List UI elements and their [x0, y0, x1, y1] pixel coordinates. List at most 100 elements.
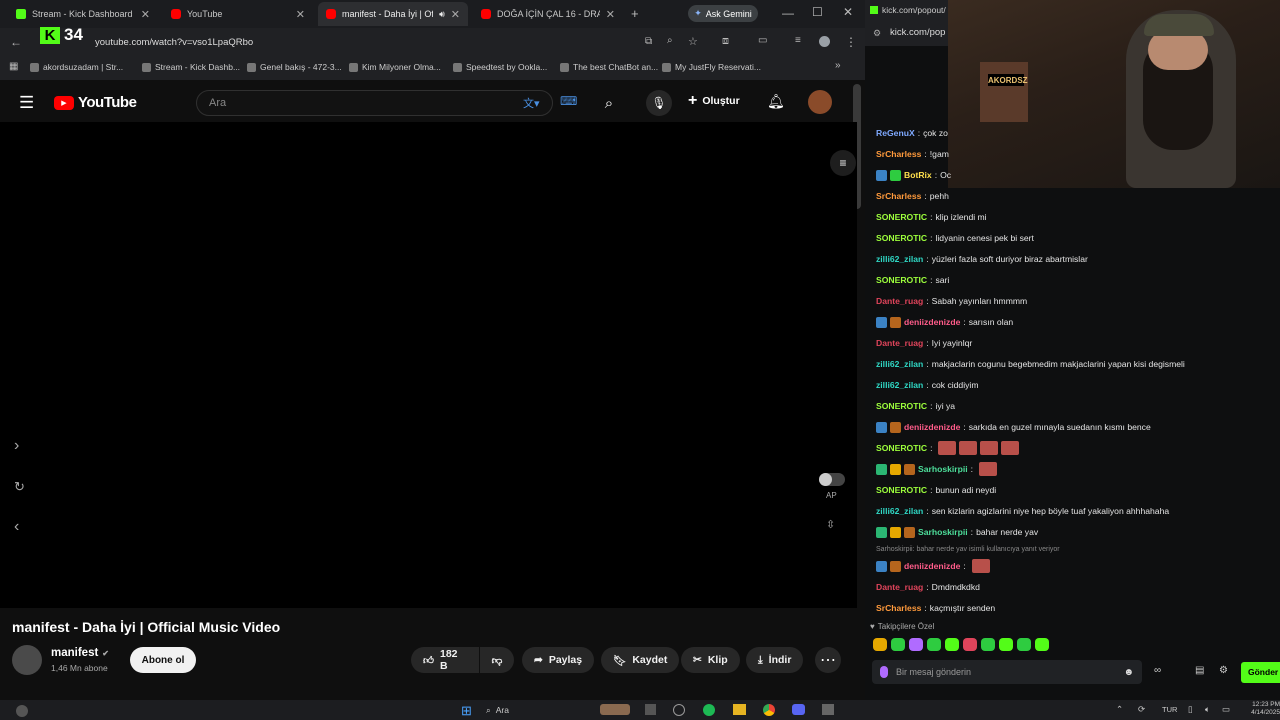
- language-indicator[interactable]: TUR: [1162, 705, 1177, 714]
- dislike-button[interactable]: 👎︎: [480, 647, 514, 673]
- popout-url[interactable]: kick.com/pop: [890, 27, 945, 38]
- chat-username[interactable]: SONEROTIC: [876, 485, 927, 495]
- tab-1[interactable]: Stream - Kick Dashboard ✕: [8, 2, 158, 26]
- bookmark-item[interactable]: My JustFly Reservati...: [662, 58, 761, 76]
- emote-icon[interactable]: [891, 638, 905, 651]
- gift-icon[interactable]: ▤: [1195, 665, 1204, 676]
- share-button[interactable]: ➦ Paylaş: [522, 647, 595, 673]
- emote-icon[interactable]: [1017, 638, 1031, 651]
- chat-message[interactable]: Sarhoskirpii:: [876, 462, 998, 476]
- like-button[interactable]: 👍︎ 182 B: [411, 647, 479, 673]
- weather-icon[interactable]: [16, 705, 28, 717]
- install-icon[interactable]: ⧉: [645, 36, 652, 47]
- subscribe-button[interactable]: Abone ol: [130, 647, 196, 673]
- bookmark-item[interactable]: The best ChatBot an...: [560, 58, 658, 76]
- extensions-icon[interactable]: ⧈: [722, 35, 729, 48]
- back-icon[interactable]: ←: [10, 35, 22, 49]
- settings-gear-icon[interactable]: ⚙: [1219, 665, 1228, 676]
- search-button[interactable]: ⌕: [589, 90, 629, 116]
- avatar[interactable]: [808, 90, 832, 114]
- chat-message[interactable]: ReGenuX: çok zo: [876, 126, 948, 140]
- emote-icon[interactable]: [1035, 638, 1049, 651]
- clock[interactable]: 12:23 PM 4/14/2025: [1246, 701, 1280, 717]
- chat-username[interactable]: Sarhoskirpii: [918, 527, 968, 537]
- chat-message[interactable]: SONEROTIC: klip izlendi mi: [876, 210, 987, 224]
- chat-message[interactable]: zilli62_zilan: cok ciddiyim: [876, 378, 979, 392]
- tray-app-icon[interactable]: ⟳: [1138, 704, 1145, 715]
- chat-username[interactable]: SONEROTIC: [876, 275, 927, 285]
- emote-icon[interactable]: [963, 638, 977, 651]
- youtube-logo[interactable]: ▶ YouTube: [54, 94, 137, 111]
- bookmark-item[interactable]: akordsuzadam | Str...: [30, 58, 123, 76]
- chat-message[interactable]: SONEROTIC:: [876, 441, 1020, 455]
- discord-icon[interactable]: [792, 704, 805, 715]
- minimize-icon[interactable]: —: [782, 6, 794, 20]
- channel-name[interactable]: manifest ✔: [51, 647, 109, 659]
- chat-username[interactable]: SONEROTIC: [876, 443, 927, 453]
- ask-gemini-button[interactable]: ✦ Ask Gemini: [688, 5, 758, 22]
- chat-message[interactable]: BotRix: Oc: [876, 168, 951, 182]
- chat-message[interactable]: Dante_ruag: Sabah yayınları hmmmm: [876, 294, 1027, 308]
- chat-username[interactable]: zilli62_zilan: [876, 359, 923, 369]
- tab-2[interactable]: YouTube ✕: [163, 2, 313, 26]
- chat-username[interactable]: deniizdenizde: [904, 422, 960, 432]
- network-icon[interactable]: ▭: [1222, 704, 1230, 715]
- chat-message[interactable]: zilli62_zilan: makjaclarin cogunu begebme…: [876, 357, 1185, 371]
- tray-chevron-icon[interactable]: ⌃: [1116, 704, 1123, 715]
- zoom-icon[interactable]: ⌕: [667, 35, 673, 46]
- task-view-icon[interactable]: [645, 704, 656, 715]
- chat-message[interactable]: SONEROTIC: sari: [876, 273, 949, 287]
- close-tab-icon[interactable]: ✕: [606, 8, 615, 21]
- file-explorer-icon[interactable]: [733, 704, 746, 715]
- bookmark-item[interactable]: Genel bakış - 472-3...: [247, 58, 342, 76]
- taskbar-search[interactable]: ⌕ Ara: [486, 702, 581, 718]
- create-button[interactable]: + Oluştur: [688, 92, 740, 110]
- chevron-left-icon[interactable]: ‹: [14, 518, 19, 536]
- chat-message[interactable]: deniizdenizde:: [876, 559, 990, 573]
- search-input[interactable]: Ara: [196, 90, 553, 116]
- maximize-icon[interactable]: ☐: [812, 5, 823, 19]
- chat-message[interactable]: SONEROTIC: lidyanin cenesi pek bi sert: [876, 231, 1034, 245]
- profile-icon[interactable]: [819, 36, 830, 47]
- chat-message[interactable]: deniizdenizde: sarkıda en guzel mınayla s…: [876, 420, 1151, 434]
- chat-username[interactable]: Sarhoskirpii: [918, 464, 968, 474]
- emote-icon[interactable]: [945, 638, 959, 651]
- channel-avatar[interactable]: [12, 645, 42, 675]
- spotify-icon[interactable]: [703, 704, 715, 716]
- chat-message[interactable]: Dante_ruag: Dmdmdkdkd: [876, 580, 980, 594]
- replay-icon[interactable]: ↻: [14, 479, 25, 495]
- windows-start-icon[interactable]: ⊞: [461, 703, 472, 719]
- app-icon[interactable]: [673, 704, 685, 716]
- bookmark-item[interactable]: Stream - Kick Dashb...: [142, 58, 240, 76]
- chat-username[interactable]: Dante_ruag: [876, 582, 923, 592]
- chat-username[interactable]: zilli62_zilan: [876, 506, 923, 516]
- tray-device-icon[interactable]: ▯: [1188, 704, 1193, 715]
- autoplay-toggle[interactable]: [819, 473, 845, 486]
- chat-username[interactable]: Dante_ruag: [876, 296, 923, 306]
- chat-message[interactable]: zilli62_zilan: sen kizlarin agizlarini ni…: [876, 504, 1169, 518]
- bookmark-item[interactable]: Speedtest by Ookla...: [453, 58, 547, 76]
- emote-icon[interactable]: [927, 638, 941, 651]
- video-player[interactable]: [0, 122, 857, 608]
- keyboard-icon[interactable]: ⌨: [560, 94, 577, 108]
- emote-icon[interactable]: [981, 638, 995, 651]
- chat-username[interactable]: ReGenuX: [876, 128, 915, 138]
- close-tab-icon[interactable]: ✕: [296, 8, 305, 21]
- kebab-menu-icon[interactable]: ⋮: [845, 35, 857, 49]
- star-icon[interactable]: ☆: [688, 35, 698, 48]
- volume-icon[interactable]: 🔈︎: [1205, 704, 1210, 715]
- more-actions-button[interactable]: ⋯: [815, 647, 841, 673]
- translate-icon[interactable]: 文▾: [523, 95, 540, 111]
- fullscreen-icon[interactable]: ⇳: [826, 518, 835, 531]
- download-button[interactable]: ⤓ İndir: [746, 647, 804, 673]
- chat-username[interactable]: SONEROTIC: [876, 233, 927, 243]
- close-tab-icon[interactable]: ✕: [451, 8, 460, 21]
- tab-4[interactable]: DOĞA İÇİN ÇAL 16 - DRAMA✕: [473, 2, 623, 26]
- send-button[interactable]: Gönder: [1241, 662, 1280, 683]
- emote-icon[interactable]: [873, 638, 887, 651]
- new-tab-icon[interactable]: +: [631, 6, 639, 21]
- bell-icon[interactable]: 🔔︎: [767, 93, 785, 110]
- voice-search-button[interactable]: 🎙: [646, 90, 672, 116]
- tab-3[interactable]: manifest - Daha İyi | Offici🔊︎✕: [318, 2, 468, 26]
- chat-username[interactable]: zilli62_zilan: [876, 380, 923, 390]
